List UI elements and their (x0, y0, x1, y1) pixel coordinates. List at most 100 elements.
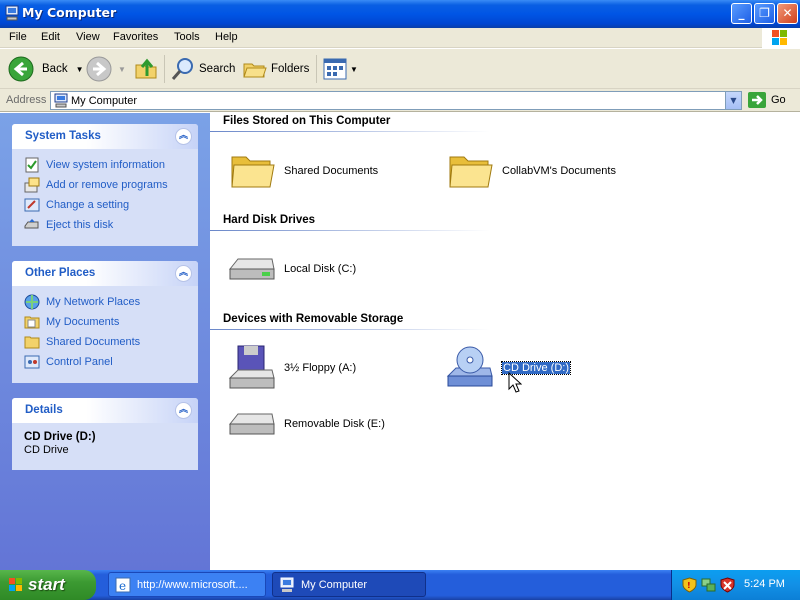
taskbar-my-computer-window[interactable]: My Computer (272, 572, 426, 597)
up-folder-icon (135, 58, 157, 79)
system-info-icon (25, 157, 39, 173)
details-panel: Details ︽ CD Drive (D:) CD Drive (12, 398, 198, 470)
taskbar-ie-window[interactable]: e http://www.microsoft.... (108, 572, 266, 597)
address-value: My Computer (71, 95, 138, 107)
details-item-type: CD Drive (24, 444, 69, 456)
internet-explorer-icon: e (115, 577, 131, 593)
address-label: Address (6, 94, 47, 106)
link-label: My Network Places (46, 296, 141, 308)
link-label: Eject this disk (46, 219, 114, 231)
start-button[interactable]: start (0, 570, 96, 600)
menu-favorites[interactable]: Favorites (113, 31, 158, 43)
forward-dropdown-icon[interactable]: ▼ (118, 65, 126, 74)
windows-logo-icon (762, 28, 800, 48)
control-panel-icon (24, 355, 40, 369)
svg-text:!: ! (687, 581, 691, 590)
control-panel-link[interactable]: Control Panel (24, 352, 198, 372)
menu-view[interactable]: View (76, 31, 100, 43)
search-button[interactable]: Search (170, 55, 235, 83)
system-tasks-title: System Tasks (25, 130, 101, 142)
my-network-places-link[interactable]: My Network Places (24, 292, 198, 312)
security-shield-icon[interactable]: ! (682, 577, 697, 593)
other-places-panel: Other Places ︽ My Network Places My Docu… (12, 261, 198, 383)
toolbar-separator (316, 55, 317, 83)
task-pane: System Tasks ︽ View system information A… (0, 113, 210, 570)
view-system-information-link[interactable]: View system information (24, 155, 198, 175)
file-view[interactable]: Files Stored on This Computer Shared Doc… (210, 113, 800, 570)
close-button[interactable]: ✕ (777, 3, 798, 24)
removable-disk-icon (228, 413, 275, 435)
svg-text:e: e (119, 579, 126, 593)
local-disk-c-item[interactable]: Local Disk (C:) (226, 245, 356, 293)
folders-icon (243, 63, 267, 78)
menu-bar: File Edit View Favorites Tools Help (0, 28, 800, 48)
details-header[interactable]: Details ︽ (12, 398, 198, 423)
minimize-button[interactable]: _ (731, 3, 752, 24)
back-button[interactable]: Back ▼ (8, 55, 84, 83)
item-label: Removable Disk (E:) (284, 418, 385, 430)
maximize-button[interactable]: ❐ (754, 3, 775, 24)
other-places-header[interactable]: Other Places ︽ (12, 261, 198, 286)
security-alert-icon[interactable] (720, 577, 735, 593)
menu-file[interactable]: File (9, 31, 27, 43)
shared-documents-link[interactable]: Shared Documents (24, 332, 198, 352)
up-folder-button[interactable] (134, 55, 160, 83)
toolbar-separator (164, 55, 165, 83)
menu-tools[interactable]: Tools (174, 31, 200, 43)
system-tasks-panel: System Tasks ︽ View system information A… (12, 124, 198, 246)
link-label: Add or remove programs (46, 179, 168, 191)
eject-disk-icon (24, 219, 39, 229)
change-setting-link[interactable]: Change a setting (24, 195, 198, 215)
floppy-a-item[interactable]: 3½ Floppy (A:) (226, 344, 356, 392)
start-label: start (28, 575, 65, 594)
folder-icon (449, 156, 493, 188)
network-tray-icon[interactable] (701, 577, 716, 593)
collapse-chevron-icon[interactable]: ︽ (175, 402, 192, 419)
views-dropdown-icon[interactable]: ▼ (350, 65, 358, 74)
system-tray: ! 5:24 PM (671, 570, 800, 600)
link-label: Control Panel (46, 356, 113, 368)
removable-disk-e-item[interactable]: Removable Disk (E:) (226, 400, 385, 448)
folder-icon (231, 156, 275, 188)
group-header-files: Files Stored on This Computer (223, 115, 391, 127)
add-remove-programs-link[interactable]: Add or remove programs (24, 175, 198, 195)
task-label: http://www.microsoft.... (137, 578, 248, 591)
views-button[interactable]: ▼ (322, 55, 358, 83)
group-divider (210, 230, 490, 231)
shared-documents-item[interactable]: Shared Documents (226, 147, 378, 195)
item-label: Shared Documents (284, 165, 379, 177)
collapse-chevron-icon[interactable]: ︽ (175, 128, 192, 145)
views-icon (323, 58, 347, 80)
mouse-cursor-icon (508, 372, 522, 393)
item-label: CollabVM's Documents (502, 165, 616, 177)
collapse-chevron-icon[interactable]: ︽ (175, 265, 192, 282)
search-icon (171, 58, 193, 80)
task-label: My Computer (301, 578, 368, 591)
eject-disk-link[interactable]: Eject this disk (24, 215, 198, 235)
item-label: Local Disk (C:) (284, 263, 357, 275)
hard-disk-icon (228, 258, 275, 280)
collabvm-documents-item[interactable]: CollabVM's Documents (444, 147, 616, 195)
back-label: Back (42, 63, 68, 75)
control-panel-icon (24, 198, 40, 212)
my-computer-icon (54, 93, 68, 108)
address-input[interactable]: My Computer ▼ (50, 91, 742, 110)
link-label: View system information (46, 159, 166, 171)
menu-edit[interactable]: Edit (41, 31, 60, 43)
cd-drive-d-item[interactable]: CD Drive (D:) (444, 344, 571, 392)
address-bar: Address My Computer ▼ Go (0, 89, 800, 112)
back-dropdown-icon[interactable]: ▼ (76, 65, 84, 74)
clock[interactable]: 5:24 PM (744, 578, 785, 590)
go-button[interactable]: Go (748, 92, 786, 108)
system-tasks-header[interactable]: System Tasks ︽ (12, 124, 198, 149)
details-item-name: CD Drive (D:) (24, 431, 96, 443)
my-documents-link[interactable]: My Documents (24, 312, 198, 332)
address-dropdown-icon[interactable]: ▼ (725, 92, 741, 109)
forward-button[interactable]: ▼ (86, 55, 126, 83)
my-documents-icon (24, 316, 40, 329)
group-header-hard-disks: Hard Disk Drives (223, 214, 316, 226)
title-bar[interactable]: My Computer _ ❐ ✕ (0, 0, 800, 28)
link-label: My Documents (46, 316, 120, 328)
folders-button[interactable]: Folders (242, 55, 309, 83)
menu-help[interactable]: Help (215, 31, 238, 43)
